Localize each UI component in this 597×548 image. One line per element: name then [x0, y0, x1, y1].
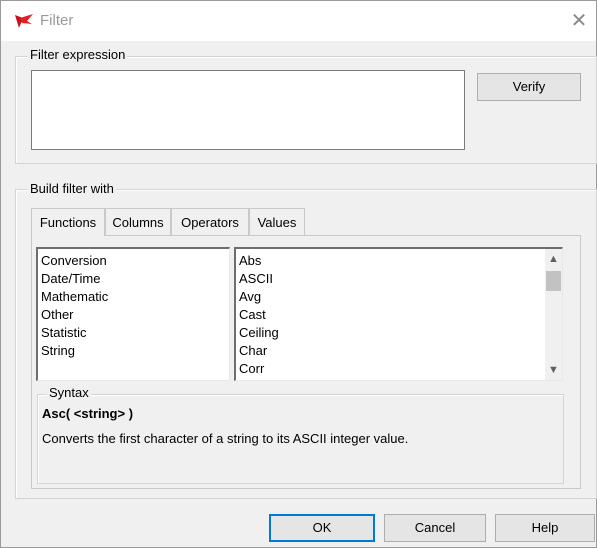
build-filter-label: Build filter with [28, 181, 116, 196]
window-title: Filter [40, 12, 74, 29]
function-list-scrollbar[interactable]: ▲ ▼ [545, 249, 562, 380]
list-item[interactable]: ASCII [236, 270, 562, 288]
list-item[interactable]: Date/Time [38, 270, 229, 288]
list-item[interactable]: Cast [236, 306, 562, 324]
ok-button[interactable]: OK [269, 514, 375, 542]
close-button[interactable]: ✕ [567, 9, 591, 33]
scrollbar-thumb[interactable] [546, 271, 561, 291]
list-item[interactable]: Mathematic [38, 288, 229, 306]
list-item[interactable]: Other [38, 306, 229, 324]
filter-expression-input[interactable] [31, 70, 465, 150]
app-logo-icon [15, 14, 33, 28]
filter-dialog: Filter ✕ Filter expression Verify Build … [0, 0, 597, 548]
close-icon: ✕ [570, 10, 588, 32]
filter-expression-label: Filter expression [28, 47, 128, 62]
list-item[interactable]: String [38, 342, 229, 360]
help-button[interactable]: Help [495, 514, 595, 542]
category-list[interactable]: Conversion Date/Time Mathematic Other St… [36, 247, 230, 381]
cancel-button[interactable]: Cancel [384, 514, 486, 542]
scroll-up-icon[interactable]: ▲ [545, 251, 562, 268]
scroll-down-icon[interactable]: ▼ [545, 362, 562, 379]
tab-values[interactable]: Values [249, 208, 305, 236]
tab-columns[interactable]: Columns [105, 208, 171, 236]
syntax-signature: Asc( <string> ) [42, 406, 134, 421]
tab-operators[interactable]: Operators [171, 208, 249, 236]
function-list[interactable]: Abs ASCII Avg Cast Ceiling Char Corr ▲ ▼ [234, 247, 563, 381]
list-item[interactable]: Conversion [38, 252, 229, 270]
title-bar: Filter ✕ [1, 1, 596, 41]
list-item[interactable]: Statistic [38, 324, 229, 342]
list-item[interactable]: Abs [236, 252, 562, 270]
list-item[interactable]: Corr [236, 360, 562, 378]
verify-button[interactable]: Verify [477, 73, 581, 101]
tab-functions[interactable]: Functions [31, 208, 105, 236]
list-item[interactable]: Ceiling [236, 324, 562, 342]
syntax-label: Syntax [47, 385, 91, 400]
list-item[interactable]: Avg [236, 288, 562, 306]
syntax-description: Converts the first character of a string… [42, 431, 409, 446]
list-item[interactable]: Char [236, 342, 562, 360]
